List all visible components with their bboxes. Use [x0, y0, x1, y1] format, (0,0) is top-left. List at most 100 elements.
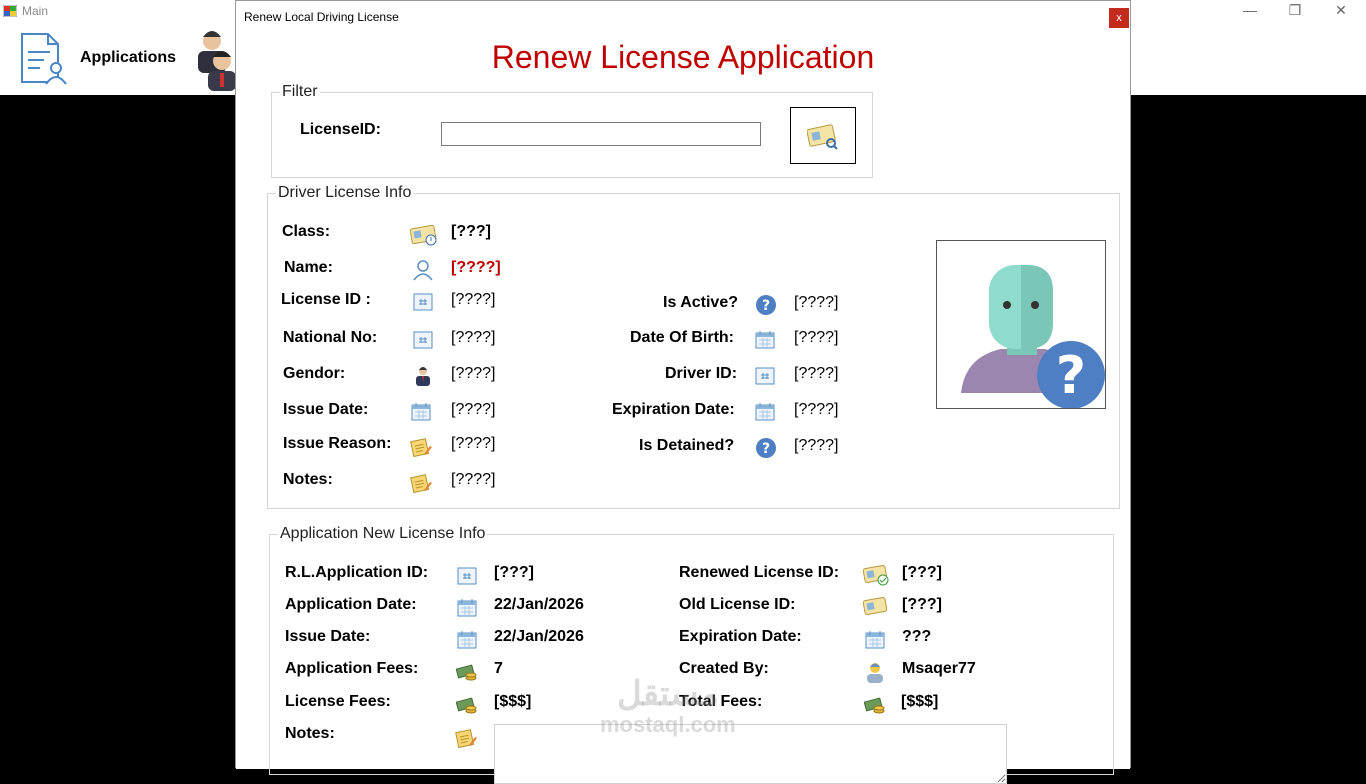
main-window-title: Main — [22, 4, 49, 18]
id-grid-icon — [413, 331, 433, 349]
application-info-legend: Application New License Info — [280, 525, 486, 542]
created-by-value: Msaqer77 — [902, 660, 976, 677]
issue-date-label: Issue Date: — [283, 401, 369, 418]
is-detained-label: Is Detained? — [639, 437, 735, 454]
question-icon: ? — [756, 438, 776, 458]
is-active-label: Is Active? — [663, 294, 738, 311]
driver-photo: ? — [936, 240, 1106, 409]
class-value: [???] — [451, 223, 491, 240]
date-of-birth-label: Date Of Birth: — [630, 329, 734, 346]
is-active-value: [????] — [794, 294, 839, 311]
renew-license-dialog: Renew Local Driving License x Renew Lice… — [235, 0, 1131, 784]
question-icon: ? — [756, 295, 776, 315]
license-search-icon — [807, 123, 838, 150]
calendar-icon — [755, 331, 775, 349]
svg-text:?: ? — [762, 441, 770, 457]
app-issue-date-value: 22/Jan/2026 — [494, 628, 584, 645]
driver-license-info-legend: Driver License Info — [278, 184, 412, 201]
license-fees-label: License Fees: — [285, 693, 391, 710]
license-id-input[interactable] — [441, 122, 761, 146]
svg-text:?: ? — [1056, 346, 1086, 406]
dialog-titlebar: Renew Local Driving License x — [236, 1, 1130, 31]
is-detained-value: [????] — [794, 437, 839, 454]
money-coins-icon — [456, 697, 477, 714]
money-coins-icon — [456, 664, 477, 681]
date-of-birth-value: [????] — [794, 329, 839, 346]
expiration-date-label: Expiration Date: — [612, 401, 735, 418]
watermark-arabic: مستقل — [616, 675, 719, 713]
man-icon — [416, 367, 430, 386]
app-icon — [3, 5, 17, 17]
application-date-label: Application Date: — [285, 596, 417, 613]
license-card-icon — [863, 565, 889, 586]
calendar-icon — [457, 599, 477, 617]
app-notes-label: Notes: — [285, 725, 335, 742]
find-license-button[interactable] — [790, 107, 856, 164]
calendar-icon — [411, 403, 431, 421]
id-grid-icon — [457, 567, 477, 585]
issue-reason-value: [????] — [451, 435, 496, 452]
person-outline-icon — [413, 260, 433, 281]
application-fees-label: Application Fees: — [285, 660, 419, 677]
dialog-body: Renew License Application Filter License… — [236, 31, 1130, 784]
class-label: Class: — [282, 223, 331, 240]
notes-value: [????] — [451, 471, 496, 488]
notes-textarea[interactable] — [494, 724, 1007, 784]
license-id-value: [????] — [451, 291, 496, 308]
calendar-icon — [457, 631, 477, 649]
renewed-license-id-label: Renewed License ID: — [679, 564, 840, 581]
dialog-close-button[interactable]: x — [1109, 8, 1129, 28]
app-expiration-date-label: Expiration Date: — [679, 628, 802, 645]
applications-menu[interactable]: Applications — [16, 30, 176, 86]
restore-icon[interactable]: ❐ — [1280, 2, 1310, 19]
driver-id-value: [????] — [794, 365, 839, 382]
license-fees-value: [$$$] — [494, 693, 532, 710]
minimize-icon[interactable]: — — [1235, 2, 1265, 18]
license-id-filter-label: LicenseID: — [300, 121, 381, 138]
name-label: Name: — [284, 259, 333, 276]
dialog-title: Renew Local Driving License — [244, 10, 399, 24]
applications-icon — [21, 33, 67, 85]
gender-value: [????] — [451, 365, 496, 382]
national-no-label: National No: — [283, 329, 378, 346]
application-fees-value: 7 — [494, 660, 503, 677]
application-date-value: 22/Jan/2026 — [494, 596, 584, 613]
gender-label: Gendor: — [283, 365, 346, 382]
issue-date-value: [????] — [451, 401, 496, 418]
id-grid-icon — [755, 367, 775, 385]
license-card-icon — [410, 224, 437, 246]
notes-label: Notes: — [283, 471, 333, 488]
applications-label: Applications — [80, 49, 177, 66]
note-pencil-icon — [410, 474, 432, 494]
national-no-value: [????] — [451, 329, 496, 346]
rl-application-id-label: R.L.Application ID: — [285, 564, 429, 581]
note-pencil-icon — [455, 729, 477, 749]
user-icon — [867, 663, 883, 683]
calendar-icon — [755, 403, 775, 421]
name-value: [????] — [451, 259, 501, 276]
app-issue-date-label: Issue Date: — [285, 628, 371, 645]
license-card-icon — [863, 597, 888, 615]
watermark: مستقل mostaql.com — [600, 676, 736, 738]
page-title: Renew License Application — [491, 39, 875, 75]
svg-text:?: ? — [762, 298, 770, 314]
id-grid-icon — [413, 293, 433, 311]
renewed-license-id-value: [???] — [902, 564, 942, 581]
app-expiration-date-value: ??? — [902, 628, 932, 645]
issue-reason-label: Issue Reason: — [283, 435, 392, 452]
money-coins-icon — [864, 697, 885, 714]
note-pencil-icon — [410, 438, 432, 458]
unknown-person-icon: ? — [961, 265, 1105, 408]
old-license-id-label: Old License ID: — [679, 596, 796, 613]
calendar-icon — [865, 631, 885, 649]
watermark-latin: mostaql.com — [600, 712, 736, 737]
filter-legend: Filter — [282, 83, 318, 100]
expiration-date-value: [????] — [794, 401, 839, 418]
rl-application-id-value: [???] — [494, 564, 534, 581]
total-fees-value: [$$$] — [901, 693, 939, 710]
close-icon[interactable]: ✕ — [1326, 2, 1356, 19]
old-license-id-value: [???] — [902, 596, 942, 613]
driver-id-label: Driver ID: — [665, 365, 738, 382]
license-id-label: License ID : — [281, 291, 371, 308]
people-icon[interactable] — [194, 27, 236, 91]
